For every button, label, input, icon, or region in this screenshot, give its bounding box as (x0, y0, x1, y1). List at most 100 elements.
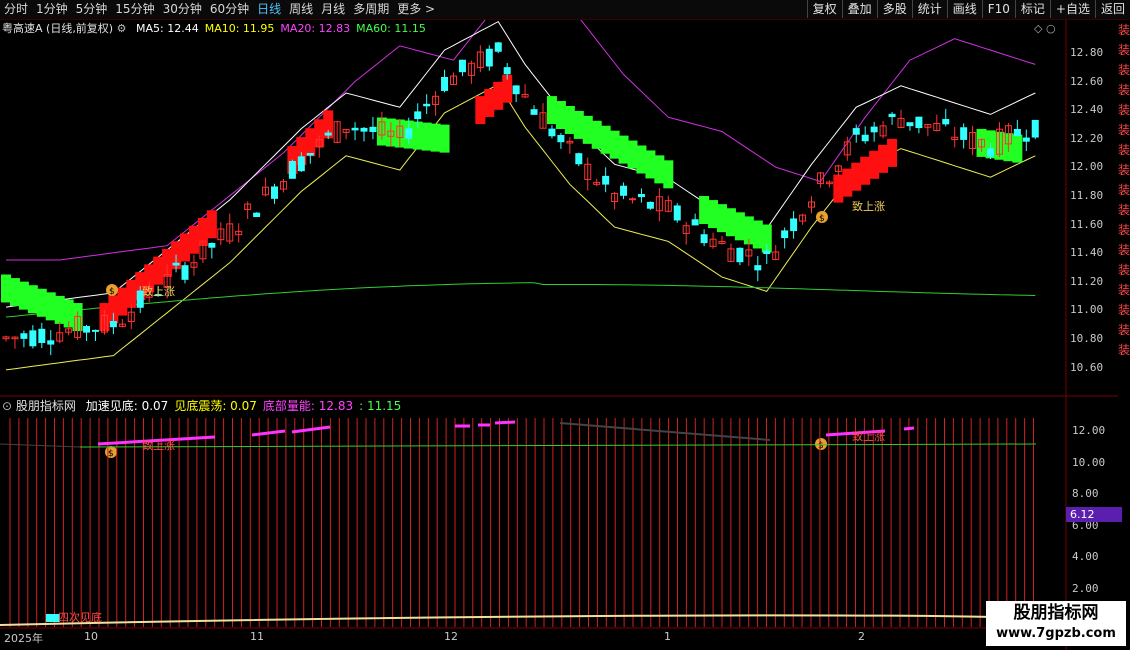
candle-body (271, 186, 278, 199)
sell-block (555, 101, 566, 130)
candle-body (557, 135, 565, 143)
y-tick-label: 10.80 (1070, 332, 1104, 345)
buy-block (851, 162, 862, 191)
sell-block (600, 125, 611, 154)
y-tick-label: 11.20 (1070, 274, 1104, 288)
period-tab[interactable]: 日线 (253, 0, 285, 19)
indicator-value: 底部量能: 12.83 (262, 399, 354, 413)
money-bag-icon: $ (818, 441, 824, 451)
indicator-y-tick-label: 2.00 (1072, 581, 1099, 595)
sell-block (717, 204, 727, 233)
indicator-y-tick-label: 12.00 (1072, 424, 1106, 437)
candle-body (915, 116, 923, 129)
buy-block (475, 96, 486, 125)
sell-block (1012, 134, 1023, 163)
sell-block (636, 145, 647, 174)
period-tab[interactable]: 1分钟 (32, 0, 72, 19)
toolbar-button[interactable]: 标记 (1014, 0, 1050, 18)
side-strip: 装装装装装装装装装装装装装装装装装 (1118, 23, 1130, 357)
candle-body (324, 132, 332, 136)
toolbar-button[interactable]: 画线 (946, 0, 982, 18)
buy-block (869, 150, 880, 179)
period-tab[interactable]: 30分钟 (159, 0, 206, 19)
candle-body (673, 205, 681, 221)
buy-block (126, 279, 137, 308)
y-tick-label: 12.60 (1070, 74, 1104, 88)
x-tick-label: 11 (250, 630, 264, 643)
candle-body (208, 242, 216, 248)
buy-block (305, 128, 316, 157)
x-tick-label: 1 (664, 630, 671, 643)
buy-block (188, 225, 199, 254)
toolbar-button[interactable]: 叠加 (841, 0, 877, 18)
toolbar-button[interactable]: 返回 (1094, 0, 1130, 18)
buy-block (484, 88, 495, 117)
buy-block (180, 233, 190, 262)
candle-body (548, 128, 556, 137)
candle-body (602, 175, 610, 185)
candle-body (1031, 119, 1039, 138)
toolbar-button[interactable]: 多股 (876, 0, 912, 18)
sell-block (582, 115, 593, 144)
y-tick-label: 10.60 (1070, 360, 1104, 374)
toolbar-button[interactable]: 统计 (911, 0, 947, 18)
chart-canvas[interactable]: $ $ $ $ (0, 20, 1118, 650)
toolbar-button[interactable]: F10 (981, 0, 1015, 18)
sell-block (752, 220, 763, 249)
candle-body (485, 48, 493, 67)
period-tab[interactable]: 5分钟 (72, 0, 112, 19)
candle-body (942, 119, 950, 125)
indicator-value: : 11.15 (359, 399, 402, 413)
candle-body (512, 85, 520, 95)
period-tab[interactable]: 周线 (285, 0, 317, 19)
indicator-segment (291, 425, 331, 434)
sell-block (699, 196, 710, 224)
indicator-y-tick-label: 10.00 (1072, 455, 1106, 469)
candle-body (458, 59, 466, 73)
indicator-segment (494, 420, 516, 425)
candle-body (1013, 128, 1021, 137)
toolbar-button[interactable]: +自选 (1049, 0, 1095, 18)
candle-body (870, 126, 878, 133)
candle-body (629, 198, 636, 201)
period-tab[interactable]: 多周期 (349, 0, 393, 19)
period-tab[interactable]: 更多 > (393, 0, 439, 19)
money-bag-icon: $ (819, 214, 825, 224)
toolbar-right-buttons: 复权 叠加 多股 统计 画线 F10 标记 +自选 返回 (806, 0, 1130, 19)
x-tick-label: 10 (84, 630, 98, 643)
buy-block (153, 256, 164, 285)
toolbar-button[interactable]: 复权 (806, 0, 842, 18)
buy-block (860, 156, 871, 185)
sell-block (725, 208, 736, 237)
money-bag-icon: $ (109, 287, 115, 297)
x-tick-label: 2 (858, 630, 865, 643)
sell-block (9, 278, 20, 307)
y-tick-label: 12.00 (1070, 160, 1104, 174)
sell-block (645, 150, 656, 179)
y-tick-label: 12.20 (1070, 131, 1104, 145)
candle-body (781, 230, 789, 239)
indicator-title: 股朋指标网 (15, 399, 76, 413)
period-tab[interactable]: 60分钟 (206, 0, 253, 19)
period-tab[interactable]: 月线 (317, 0, 349, 19)
candle-body (960, 127, 968, 140)
candle-body (790, 218, 798, 232)
candle-body (637, 193, 645, 198)
candle-body (646, 201, 654, 209)
candle-body (92, 329, 99, 332)
candle-body (288, 161, 296, 179)
indicator-values: 加速见底: 0.07 见底震荡: 0.07 底部量能: 12.83: 11.15 (80, 399, 402, 413)
candle-body (29, 330, 37, 347)
candle-body (1022, 137, 1030, 142)
candle-body (47, 340, 55, 345)
indicator-y-tick-label: 4.00 (1072, 550, 1099, 563)
lower-band-line (5, 83, 1036, 371)
sell-block (54, 295, 65, 324)
sell-block (546, 96, 557, 125)
period-tab[interactable]: 分时 (0, 0, 32, 19)
candle-body (109, 321, 117, 328)
collapse-icon[interactable]: ⊙ (2, 399, 12, 413)
watermark-url: www.7gpzb.com (996, 626, 1116, 641)
period-tab[interactable]: 15分钟 (111, 0, 158, 19)
sell-block (734, 212, 745, 241)
